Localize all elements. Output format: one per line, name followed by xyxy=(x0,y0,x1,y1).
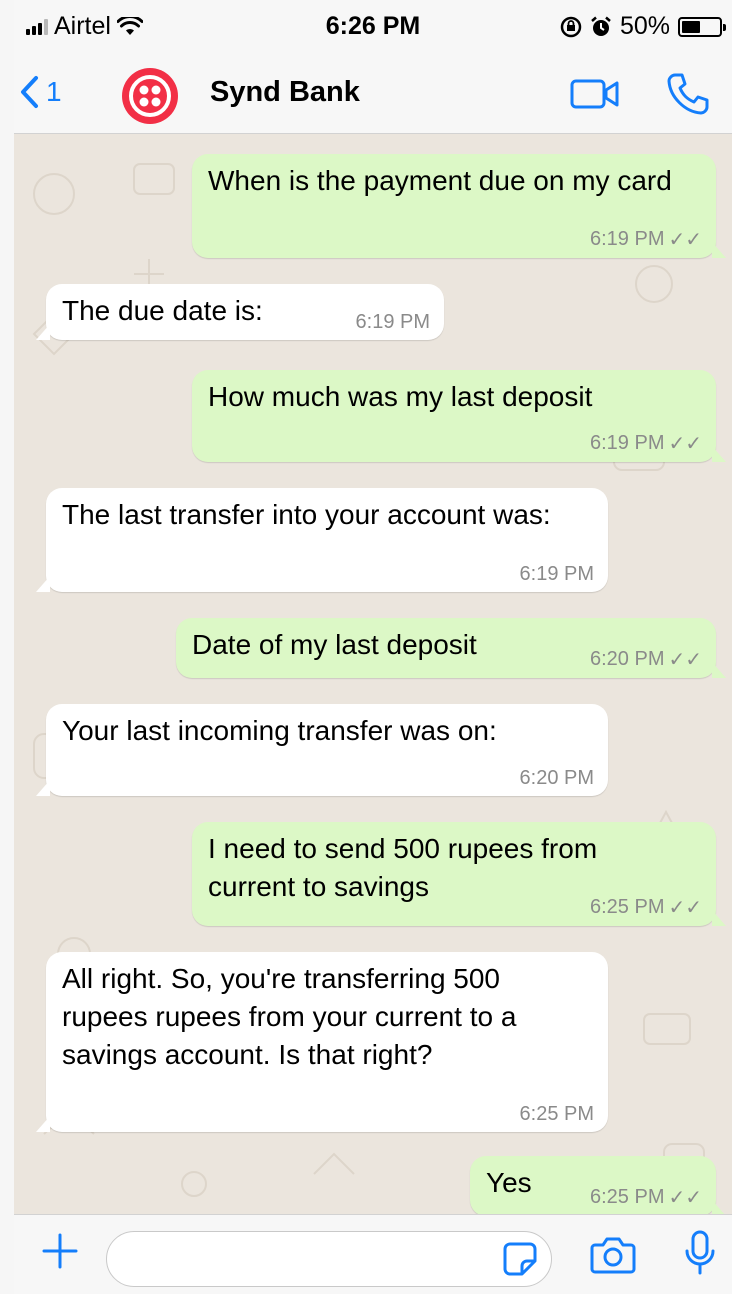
message-meta: 6:25 PM ✓✓ xyxy=(590,1185,702,1210)
battery-icon xyxy=(678,16,726,37)
chat-header: 1 Synd Bank xyxy=(14,54,732,134)
message-time: 6:25 PM xyxy=(519,1103,594,1125)
message-bubble-outgoing[interactable]: When is the payment due on my card 6:19 … xyxy=(192,154,726,258)
message-bubble-incoming[interactable]: Your last incoming transfer was on: 6:20… xyxy=(36,704,608,796)
voice-call-button[interactable] xyxy=(666,72,710,121)
message-input-bar xyxy=(14,1214,732,1294)
double-check-icon: ✓✓ xyxy=(668,897,702,919)
double-check-icon: ✓✓ xyxy=(668,649,702,671)
battery-percent: 50% xyxy=(619,12,670,40)
message-meta: 6:19 PM ✓✓ xyxy=(590,227,702,252)
video-call-icon xyxy=(570,79,619,109)
message-bubble-outgoing[interactable]: I need to send 500 rupees from current t… xyxy=(192,822,726,926)
video-call-button[interactable] xyxy=(570,78,620,115)
message-time: 6:20 PM xyxy=(519,767,594,789)
message-input[interactable] xyxy=(106,1231,552,1287)
message-text: When is the payment due on my card xyxy=(208,165,672,196)
battery-fill xyxy=(682,20,700,33)
message-meta: 6:20 PM xyxy=(520,767,594,790)
message-text: All right. So, you're transferring 500 r… xyxy=(62,963,517,1070)
contact-name[interactable]: Synd Bank xyxy=(210,76,360,109)
phone-icon xyxy=(667,73,709,115)
message-meta: 6:19 PM xyxy=(520,563,594,586)
camera-icon xyxy=(590,1237,636,1274)
message-time: 6:25 PM xyxy=(590,1186,665,1208)
message-time: 6:19 PM xyxy=(590,228,665,250)
avatar[interactable] xyxy=(122,68,178,124)
message-meta: 6:20 PM ✓✓ xyxy=(590,647,702,672)
message-meta: 6:25 PM ✓✓ xyxy=(590,895,702,920)
message-bubble-outgoing[interactable]: Yes 6:25 PM ✓✓ xyxy=(470,1156,726,1214)
back-button[interactable]: 1 xyxy=(18,70,62,114)
message-time: 6:19 PM xyxy=(519,563,594,585)
microphone-button[interactable] xyxy=(684,1229,716,1284)
camera-button[interactable] xyxy=(590,1235,636,1280)
message-text: How much was my last deposit xyxy=(208,381,593,412)
attach-button[interactable] xyxy=(40,1231,80,1276)
message-bubble-incoming[interactable]: The due date is: 6:19 PM xyxy=(36,284,444,340)
message-bubble-outgoing[interactable]: How much was my last deposit 6:19 PM ✓✓ xyxy=(192,370,726,462)
status-bar: Airtel 6:26 PM 50% xyxy=(14,0,732,54)
message-bubble-incoming[interactable]: The last transfer into your account was:… xyxy=(36,488,608,592)
status-right: 50% xyxy=(560,12,726,41)
alarm-icon xyxy=(591,16,611,36)
back-count: 1 xyxy=(46,76,62,107)
message-time: 6:19 PM xyxy=(590,432,665,454)
double-check-icon: ✓✓ xyxy=(668,433,702,455)
message-meta: 6:25 PM xyxy=(520,1103,594,1126)
double-check-icon: ✓✓ xyxy=(668,1187,702,1209)
message-time: 6:25 PM xyxy=(590,896,665,918)
message-time: 6:19 PM xyxy=(355,311,430,333)
message-meta: 6:19 PM xyxy=(356,311,430,334)
message-text: Your last incoming transfer was on: xyxy=(62,715,497,746)
message-time: 6:20 PM xyxy=(590,648,665,670)
message-bubble-outgoing[interactable]: Date of my last deposit 6:20 PM ✓✓ xyxy=(176,618,726,678)
microphone-icon xyxy=(685,1230,715,1275)
message-bubble-incoming[interactable]: All right. So, you're transferring 500 r… xyxy=(36,952,608,1132)
chat-area[interactable]: When is the payment due on my card 6:19 … xyxy=(14,134,732,1214)
phone-screen: Airtel 6:26 PM 50% 1 Synd Bank When is t… xyxy=(14,0,732,1294)
rotation-lock-icon xyxy=(560,16,582,37)
contact-logo-icon xyxy=(129,75,171,117)
message-meta: 6:19 PM ✓✓ xyxy=(590,431,702,456)
plus-icon xyxy=(42,1233,78,1269)
sticker-button[interactable] xyxy=(502,1241,538,1282)
back-chevron-icon xyxy=(21,76,38,108)
sticker-icon xyxy=(503,1242,537,1276)
message-text: The last transfer into your account was: xyxy=(62,499,551,530)
double-check-icon: ✓✓ xyxy=(668,229,702,251)
